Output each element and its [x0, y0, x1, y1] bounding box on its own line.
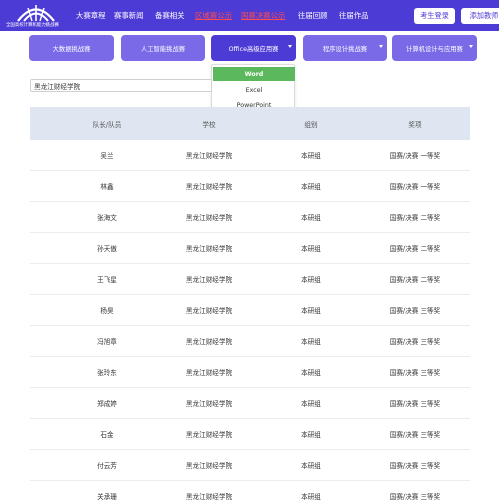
- table-cell-team: 付云芳: [97, 462, 117, 470]
- table-cell-award: 国赛/决赛 三等奖: [389, 338, 441, 346]
- dropdown-item-word[interactable]: Word: [213, 67, 295, 81]
- logo-icon: [17, 5, 55, 22]
- table-row: 吴兰 黑龙江财经学院 本研组 国赛/决赛 一等奖: [30, 140, 470, 171]
- column-header-group: 组别: [304, 120, 318, 129]
- table-cell-group: 本研组: [301, 307, 321, 315]
- table-cell-award: 国赛/决赛 三等奖: [389, 431, 441, 439]
- logo-text: 全国高校计算机能力挑战赛: [6, 23, 59, 28]
- table-cell-group: 本研组: [301, 338, 321, 346]
- nav-item-national-results[interactable]: 国赛决赛公示: [241, 10, 285, 21]
- table-cell-team: 郑成婷: [97, 400, 117, 408]
- chevron-down-icon: [288, 45, 292, 48]
- table-cell-school: 黑龙江财经学院: [185, 338, 233, 346]
- column-header-team: 队长/队员: [92, 120, 122, 129]
- table-cell-group: 本研组: [301, 245, 321, 253]
- chevron-down-icon: [379, 45, 383, 48]
- table-cell-team: 石金: [100, 431, 114, 439]
- category-office-label: Office高级应用赛: [228, 45, 279, 53]
- chevron-down-icon: [469, 45, 473, 48]
- table-cell-school: 黑龙江财经学院: [185, 400, 233, 408]
- category-design-label: 计算机设计与应用赛: [406, 45, 463, 53]
- table-cell-school: 黑龙江财经学院: [185, 276, 233, 284]
- table-cell-school: 黑龙江财经学院: [185, 462, 233, 470]
- table-cell-team: 王飞星: [97, 276, 117, 284]
- site-logo[interactable]: 全国高校计算机能力挑战赛: [6, 2, 66, 30]
- table-cell-group: 本研组: [301, 276, 321, 284]
- school-select[interactable]: 黑龙江财经学院: [30, 79, 212, 92]
- table-cell-award: 国赛/决赛 一等奖: [389, 183, 441, 191]
- table-cell-team: 关承珊: [97, 493, 117, 501]
- table-cell-award: 国赛/决赛 一等奖: [389, 152, 441, 160]
- table-cell-award: 国赛/决赛 二等奖: [389, 276, 441, 284]
- category-ai-button[interactable]: 人工智能挑战赛: [121, 35, 205, 61]
- table-cell-team: 林鑫: [100, 183, 114, 191]
- table-cell-group: 本研组: [301, 183, 321, 191]
- table-row: 林鑫 黑龙江财经学院 本研组 国赛/决赛 一等奖: [30, 171, 470, 202]
- table-row: 冯旭章 黑龙江财经学院 本研组 国赛/决赛 三等奖: [30, 326, 470, 357]
- table-cell-school: 黑龙江财经学院: [185, 152, 233, 160]
- table-cell-school: 黑龙江财经学院: [185, 431, 233, 439]
- table-cell-school: 黑龙江财经学院: [185, 183, 233, 191]
- nav-item-news[interactable]: 赛事新闻: [114, 10, 144, 21]
- student-login-button[interactable]: 考生登录: [414, 8, 455, 24]
- table-cell-award: 国赛/决赛 三等奖: [389, 307, 441, 315]
- table-row: 张海文 黑龙江财经学院 本研组 国赛/决赛 二等奖: [30, 202, 470, 233]
- category-design-button[interactable]: 计算机设计与应用赛: [392, 35, 477, 61]
- table-cell-school: 黑龙江财经学院: [185, 369, 233, 377]
- table-row: 付云芳 黑龙江财经学院 本研组 国赛/决赛 三等奖: [30, 450, 470, 481]
- nav-item-past-review[interactable]: 往届回顾: [298, 10, 328, 21]
- category-programming-label: 程序设计挑战赛: [322, 45, 368, 53]
- table-cell-team: 张玲东: [97, 369, 117, 377]
- table-cell-team: 孙天傲: [97, 245, 117, 253]
- column-header-school: 学校: [202, 120, 216, 129]
- nav-item-past-works[interactable]: 往届作品: [339, 10, 369, 21]
- table-row: 郑成婷 黑龙江财经学院 本研组 国赛/决赛 三等奖: [30, 388, 470, 419]
- category-programming-button[interactable]: 程序设计挑战赛: [303, 35, 387, 61]
- table-cell-award: 国赛/决赛 三等奖: [389, 493, 441, 501]
- add-teacher-button[interactable]: 添加教师: [461, 8, 499, 24]
- category-office-button[interactable]: Office高级应用赛: [211, 35, 296, 61]
- table-cell-award: 国赛/决赛 二等奖: [389, 214, 441, 222]
- table-cell-award: 国赛/决赛 三等奖: [389, 462, 441, 470]
- table-cell-school: 黑龙江财经学院: [185, 214, 233, 222]
- table-row: 石金 黑龙江财经学院 本研组 国赛/决赛 三等奖: [30, 419, 470, 450]
- table-cell-group: 本研组: [301, 462, 321, 470]
- table-row: 杨昊 黑龙江财经学院 本研组 国赛/决赛 三等奖: [30, 295, 470, 326]
- nav-item-regional-results[interactable]: 区域赛公示: [195, 10, 232, 21]
- table-cell-team: 张海文: [97, 214, 117, 222]
- table-cell-award: 国赛/决赛 二等奖: [389, 245, 441, 253]
- table-cell-award: 国赛/决赛 三等奖: [389, 400, 441, 408]
- table-cell-group: 本研组: [301, 493, 321, 501]
- nav-item-rules[interactable]: 大赛章程: [76, 10, 106, 21]
- table-row: 关承珊 黑龙江财经学院 本研组 国赛/决赛 三等奖: [30, 481, 470, 504]
- table-row: 孙天傲 黑龙江财经学院 本研组 国赛/决赛 二等奖: [30, 233, 470, 264]
- table-cell-school: 黑龙江财经学院: [185, 307, 233, 315]
- table-cell-group: 本研组: [301, 369, 321, 377]
- column-header-award: 奖项: [408, 120, 422, 129]
- nav-item-prep[interactable]: 备赛相关: [155, 10, 185, 21]
- category-bigdata-button[interactable]: 大数据挑战赛: [29, 35, 114, 61]
- table-cell-group: 本研组: [301, 431, 321, 439]
- table-cell-school: 黑龙江财经学院: [185, 493, 233, 501]
- table-cell-team: 吴兰: [100, 152, 114, 160]
- table-cell-group: 本研组: [301, 152, 321, 160]
- table-cell-award: 国赛/决赛 三等奖: [389, 369, 441, 377]
- table-cell-group: 本研组: [301, 214, 321, 222]
- table-header: 队长/队员 学校 组别 奖项: [30, 107, 470, 140]
- table-row: 张玲东 黑龙江财经学院 本研组 国赛/决赛 三等奖: [30, 357, 470, 388]
- table-row: 王飞星 黑龙江财经学院 本研组 国赛/决赛 二等奖: [30, 264, 470, 295]
- table-cell-school: 黑龙江财经学院: [185, 245, 233, 253]
- dropdown-item-excel[interactable]: Excel: [213, 83, 295, 97]
- table-cell-team: 杨昊: [100, 307, 114, 315]
- top-header: 全国高校计算机能力挑战赛 大赛章程 赛事新闻 备赛相关 区域赛公示 国赛决赛公示…: [0, 0, 499, 31]
- table-cell-group: 本研组: [301, 400, 321, 408]
- table-cell-team: 冯旭章: [97, 338, 117, 346]
